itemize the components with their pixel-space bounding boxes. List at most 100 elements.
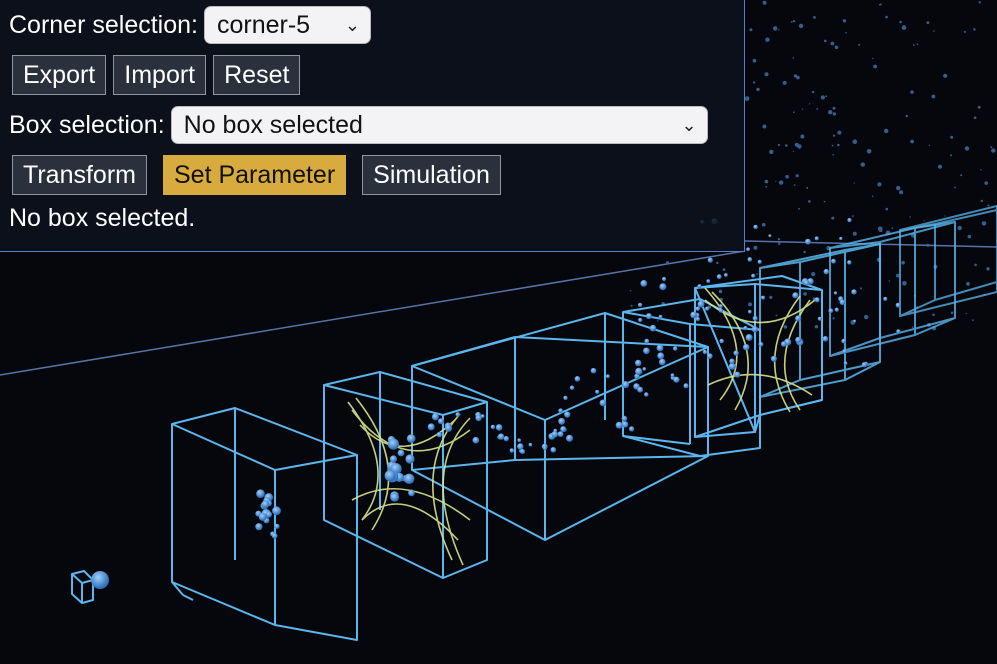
star-particle (938, 164, 942, 169)
star-particle (987, 204, 990, 207)
corner-selection-label: Corner selection: (9, 10, 198, 39)
tab-transform[interactable]: Transform (12, 155, 147, 195)
star-particle (916, 43, 919, 46)
star-particle (797, 144, 802, 149)
star-particle (790, 21, 793, 23)
star-particle (950, 311, 954, 315)
star-particle (926, 21, 930, 24)
beam-particle (408, 489, 415, 497)
export-button[interactable]: Export (12, 55, 107, 95)
star-particle (832, 134, 836, 137)
star-particle (764, 72, 769, 77)
beam-particle (551, 431, 559, 438)
beam-particle (389, 455, 397, 463)
star-particle (852, 215, 854, 218)
star-particle (986, 267, 990, 271)
beam-particle (387, 438, 399, 450)
beam-particle (895, 302, 901, 308)
star-particle (823, 200, 826, 203)
star-particle (831, 144, 834, 147)
star-particle (909, 216, 911, 218)
beam-particle (645, 313, 652, 320)
beam-particle (509, 448, 514, 453)
beam-particle (814, 297, 820, 303)
box-select[interactable]: No box selected ⌄ (170, 106, 708, 144)
star-particle (950, 154, 952, 157)
star-particle (910, 90, 914, 94)
beam-particle (724, 273, 728, 277)
star-particle (974, 263, 977, 267)
beam-particle (702, 349, 708, 355)
import-button[interactable]: Import (113, 55, 207, 95)
star-particle (800, 134, 805, 139)
star-particle (756, 273, 758, 275)
star-particle (806, 186, 809, 189)
beam-particle (823, 268, 829, 275)
star-particle (864, 314, 869, 320)
star-particle (960, 174, 963, 177)
beam-particle (258, 512, 267, 521)
beam-particle (643, 347, 650, 355)
mode-tabs: Transform Set Parameter Simulation (12, 155, 508, 195)
beam-particle (640, 280, 648, 287)
star-particle (798, 207, 800, 210)
beam-particle (517, 438, 521, 443)
tab-simulation[interactable]: Simulation (362, 155, 501, 195)
beam-particle (706, 279, 711, 283)
beam-particle (719, 338, 724, 344)
star-particle (813, 16, 816, 19)
beam-particle (752, 315, 758, 321)
star-particle (769, 149, 774, 155)
star-particle (752, 58, 757, 63)
box-selection-label: Box selection: (9, 110, 165, 139)
star-particle (657, 320, 659, 322)
star-particle (896, 185, 901, 191)
beam-particle (896, 329, 901, 334)
beam-particle (274, 523, 280, 529)
beam-particle (795, 315, 802, 322)
beam-particle (397, 449, 405, 457)
star-particle (803, 250, 806, 254)
beam-particle (472, 436, 480, 444)
star-particle (814, 325, 819, 329)
beam-particle (635, 367, 643, 375)
beam-particle (751, 273, 756, 278)
star-particle (785, 174, 789, 179)
beam-particle (272, 506, 281, 516)
beam-particle (590, 367, 597, 374)
star-particle (912, 44, 915, 46)
beam-particle (637, 386, 643, 393)
beam-particle (475, 414, 482, 422)
beam-particle (792, 292, 799, 299)
beam-particle (550, 447, 557, 453)
star-particle (973, 116, 977, 119)
star-particle (944, 215, 946, 217)
star-particle (820, 95, 826, 100)
star-particle (984, 181, 988, 185)
star-particle (630, 304, 633, 307)
star-particle (748, 302, 752, 307)
tab-set-parameter[interactable]: Set Parameter (162, 155, 347, 195)
star-particle (972, 319, 974, 321)
beam-particle (795, 336, 802, 343)
beam-particle (255, 523, 263, 531)
beam-particle (743, 344, 750, 351)
star-particle (842, 19, 847, 23)
beam-particle (843, 361, 848, 366)
star-particle (778, 242, 781, 245)
corner-select[interactable]: corner-5 ⌄ (203, 6, 371, 44)
star-particle (950, 135, 954, 139)
beam-particle (734, 371, 741, 378)
star-particle (762, 0, 767, 5)
beam-particle (517, 443, 524, 450)
star-particle (980, 199, 983, 203)
beam-particle (718, 304, 723, 309)
star-particle (991, 148, 996, 153)
beam-particle (822, 336, 829, 342)
reset-button[interactable]: Reset (213, 55, 301, 95)
chevron-down-icon: ⌄ (344, 14, 360, 35)
star-particle (899, 20, 902, 24)
star-particle (718, 289, 723, 294)
beam-particle (406, 434, 416, 443)
star-particle (899, 190, 904, 195)
